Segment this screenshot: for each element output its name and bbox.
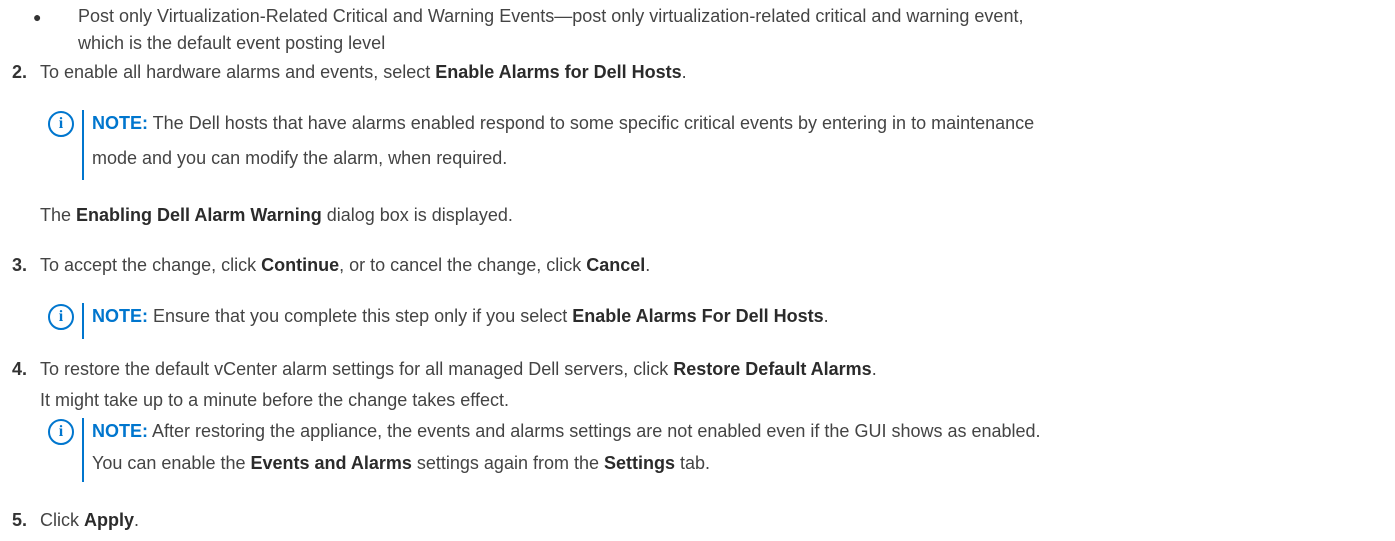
note-box: i NOTE: After restoring the appliance, t… (48, 418, 1378, 482)
step-bold-restore-default-alarms: Restore Default Alarms (673, 359, 872, 379)
note-label: NOTE: (92, 421, 148, 441)
note-box: i NOTE: The Dell hosts that have alarms … (48, 110, 1378, 180)
note-text-post: . (823, 306, 829, 326)
step-subtext: It might take up to a minute before the … (40, 390, 509, 410)
note-line-2-pre: You can enable the (92, 453, 251, 473)
step-text: To accept the change, click Continue, or… (40, 252, 1380, 279)
step-bold-ui-label: Enable Alarms for Dell Hosts (435, 62, 682, 82)
step-text-pre: To accept the change, click (40, 255, 262, 275)
step-text-post: . (134, 510, 140, 530)
result-post: dialog box is displayed. (321, 205, 513, 225)
step-text-post: . (681, 62, 687, 82)
info-icon: i (48, 111, 74, 137)
step-text-pre: To enable all hardware alarms and events… (40, 62, 436, 82)
note-text: NOTE: Ensure that you complete this step… (92, 303, 1382, 330)
result-bold-dialog-name: Enabling Dell Alarm Warning (76, 205, 322, 225)
step-number: 3. (12, 255, 28, 275)
bullet-text: Post only Virtualization-Related Critica… (78, 3, 1378, 57)
note-line-2-post: tab. (675, 453, 711, 473)
note-line-1-text: The Dell hosts that have alarms enabled … (148, 113, 1035, 133)
note-label: NOTE: (92, 306, 148, 326)
step-bold-continue: Continue (261, 255, 340, 275)
step-text-post: . (871, 359, 877, 379)
bullet-dot-icon: ● (33, 9, 42, 25)
note-text: NOTE: The Dell hosts that have alarms en… (92, 110, 1382, 172)
note-bold-events-and-alarms: Events and Alarms (250, 453, 412, 473)
note-line-1: NOTE: After restoring the appliance, the… (92, 418, 1382, 445)
step-bold-apply: Apply (84, 510, 135, 530)
note-bold-ui-label: Enable Alarms For Dell Hosts (572, 306, 824, 326)
info-icon: i (48, 304, 74, 330)
step-text: Click Apply. (40, 507, 1380, 534)
bullet-text-line-2: which is the default event posting level (78, 33, 386, 53)
note-bold-settings: Settings (604, 453, 676, 473)
step-text: To restore the default vCenter alarm set… (40, 356, 1380, 383)
note-box: i NOTE: Ensure that you complete this st… (48, 303, 1378, 339)
note-line-1: NOTE: The Dell hosts that have alarms en… (92, 110, 1382, 137)
note-label: NOTE: (92, 113, 148, 133)
note-divider (82, 303, 84, 339)
step-result-text: The Enabling Dell Alarm Warning dialog b… (40, 202, 513, 229)
info-icon: i (48, 419, 74, 445)
step-number: 4. (12, 359, 28, 379)
step-text: To enable all hardware alarms and events… (40, 59, 1380, 86)
note-text-pre: Ensure that you complete this step only … (148, 306, 573, 326)
step-number: 2. (12, 62, 28, 82)
step-text-pre: To restore the default vCenter alarm set… (40, 359, 674, 379)
step-bold-cancel: Cancel (586, 255, 646, 275)
step-number: 5. (12, 510, 28, 530)
step-text-mid: , or to cancel the change, click (339, 255, 587, 275)
note-line-1-text: After restoring the appliance, the event… (148, 421, 1041, 441)
note-line-2: You can enable the Events and Alarms set… (92, 450, 1382, 477)
bullet-text-line-1: Post only Virtualization-Related Critica… (78, 6, 1024, 26)
step-text-post: . (645, 255, 651, 275)
note-divider (82, 418, 84, 482)
note-line-2: mode and you can modify the alarm, when … (92, 148, 508, 168)
note-line-2-mid: settings again from the (411, 453, 604, 473)
note-text: NOTE: After restoring the appliance, the… (92, 418, 1382, 477)
note-divider (82, 110, 84, 180)
step-text-pre: Click (40, 510, 84, 530)
result-pre: The (40, 205, 77, 225)
